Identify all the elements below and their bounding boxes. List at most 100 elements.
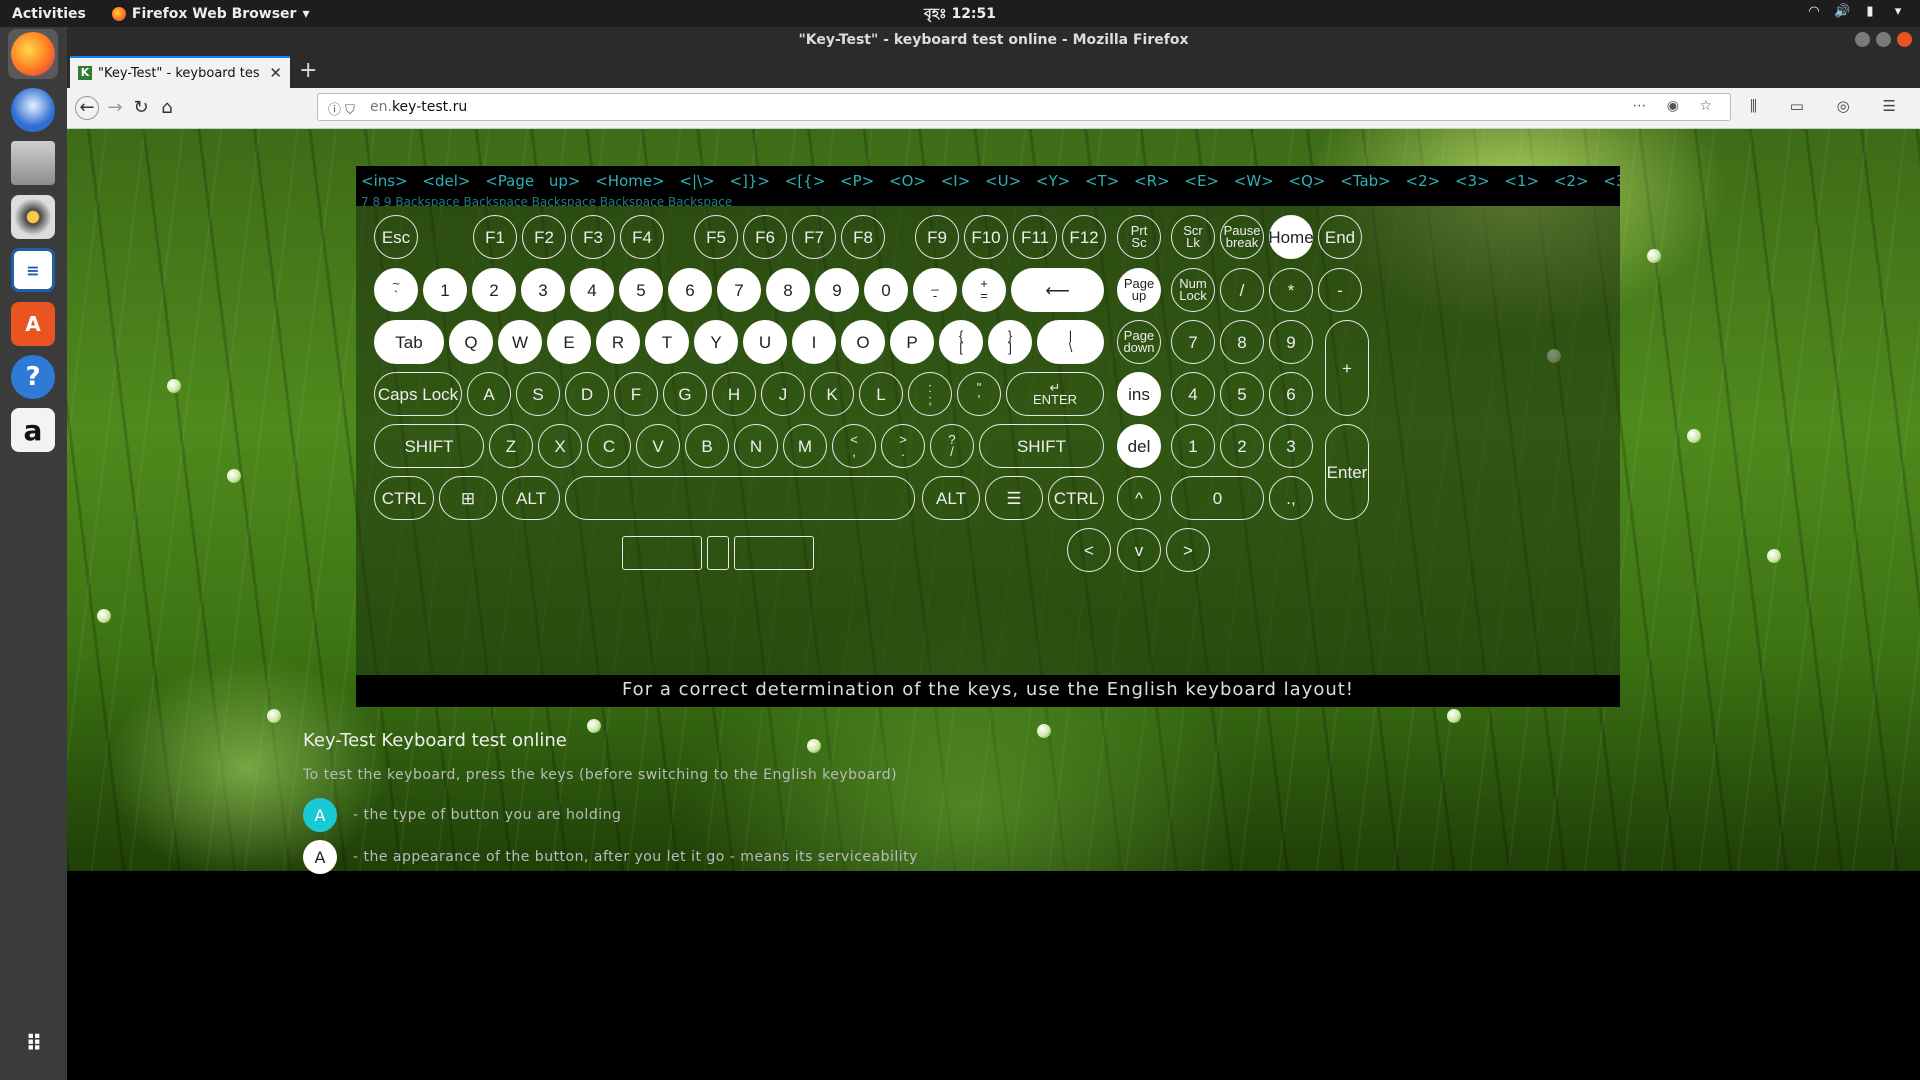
key-tab-37[interactable]: Tab bbox=[374, 320, 444, 364]
key-u-44[interactable]: U bbox=[743, 320, 787, 364]
key-symbol-97[interactable]: ^ bbox=[1117, 476, 1161, 520]
wifi-icon[interactable]: ◠ bbox=[1806, 4, 1822, 20]
key-symbol-30[interactable]: + = bbox=[962, 268, 1006, 312]
key-symbol-99[interactable]: ., bbox=[1269, 476, 1313, 520]
system-tray[interactable]: ◠ 🔊 ▮ ▾ bbox=[1806, 4, 1906, 20]
key-h-62[interactable]: H bbox=[712, 372, 756, 416]
back-button[interactable]: ← bbox=[75, 96, 99, 120]
key-d-59[interactable]: D bbox=[565, 372, 609, 416]
key-n-79[interactable]: N bbox=[734, 424, 778, 468]
battery-icon[interactable]: ▮ bbox=[1862, 4, 1878, 20]
key-del-85[interactable]: del bbox=[1117, 424, 1161, 468]
key-5-71[interactable]: 5 bbox=[1220, 372, 1264, 416]
key-f11-11[interactable]: F11 bbox=[1013, 215, 1057, 259]
key-f2-2[interactable]: F2 bbox=[522, 215, 566, 259]
key-symbol-34[interactable]: / bbox=[1220, 268, 1264, 312]
key-7-52[interactable]: 7 bbox=[1171, 320, 1215, 364]
key-symbol-67[interactable]: " ' bbox=[957, 372, 1001, 416]
key-f9-9[interactable]: F9 bbox=[915, 215, 959, 259]
key-blank-105[interactable] bbox=[734, 536, 814, 570]
app-menu[interactable]: Firefox Web Browser ▾ bbox=[111, 6, 309, 22]
key-ins-69[interactable]: ins bbox=[1117, 372, 1161, 416]
key-w-39[interactable]: W bbox=[498, 320, 542, 364]
key-i-45[interactable]: I bbox=[792, 320, 836, 364]
close-icon[interactable]: ✕ bbox=[269, 64, 282, 82]
close-button[interactable] bbox=[1897, 32, 1912, 47]
key-7-25[interactable]: 7 bbox=[717, 268, 761, 312]
forward-button[interactable]: → bbox=[103, 96, 127, 120]
key-2-20[interactable]: 2 bbox=[472, 268, 516, 312]
dock-thunderbird[interactable] bbox=[8, 85, 58, 135]
key-y-43[interactable]: Y bbox=[694, 320, 738, 364]
tab-key-test[interactable]: K "Key-Test" - keyboard tes ✕ bbox=[70, 56, 290, 88]
key-b-78[interactable]: B bbox=[685, 424, 729, 468]
key-o-46[interactable]: O bbox=[841, 320, 885, 364]
key-num-lock-33[interactable]: Num Lock bbox=[1171, 268, 1215, 312]
key-a-57[interactable]: A bbox=[467, 372, 511, 416]
key-4-70[interactable]: 4 bbox=[1171, 372, 1215, 416]
key-caps-lock-56[interactable]: Caps Lock bbox=[374, 372, 462, 416]
key-8-53[interactable]: 8 bbox=[1220, 320, 1264, 364]
url-bar[interactable]: ⓘ ⛉ en.key-test.ru ⋯ ◉ ☆ bbox=[317, 93, 1731, 121]
key-f1-1[interactable]: F1 bbox=[473, 215, 517, 259]
key-blank-93[interactable] bbox=[565, 476, 915, 520]
key-blank-104[interactable] bbox=[707, 536, 729, 570]
key-shift-73[interactable]: SHIFT bbox=[374, 424, 484, 468]
key-9-27[interactable]: 9 bbox=[815, 268, 859, 312]
url-text[interactable]: en.key-test.ru bbox=[370, 99, 467, 115]
key-6-24[interactable]: 6 bbox=[668, 268, 712, 312]
key-f8-8[interactable]: F8 bbox=[841, 215, 885, 259]
key-v-77[interactable]: V bbox=[636, 424, 680, 468]
dock-firefox[interactable] bbox=[8, 29, 58, 79]
key-symbol-35[interactable]: * bbox=[1269, 268, 1313, 312]
key-8-26[interactable]: 8 bbox=[766, 268, 810, 312]
dock-amazon[interactable]: a bbox=[8, 405, 58, 455]
key-page-up-32[interactable]: Page up bbox=[1117, 268, 1161, 312]
key-t-42[interactable]: T bbox=[645, 320, 689, 364]
key-pause-break-15[interactable]: Pause break bbox=[1220, 215, 1264, 259]
key-f-60[interactable]: F bbox=[614, 372, 658, 416]
reload-button[interactable]: ↻ bbox=[129, 96, 153, 120]
key-symbol-49[interactable]: }] bbox=[988, 320, 1032, 364]
key-f6-6[interactable]: F6 bbox=[743, 215, 787, 259]
key-x-75[interactable]: X bbox=[538, 424, 582, 468]
dock-files[interactable] bbox=[8, 138, 58, 188]
dock-software[interactable]: A bbox=[8, 299, 58, 349]
key-k-64[interactable]: K bbox=[810, 372, 854, 416]
key-g-61[interactable]: G bbox=[663, 372, 707, 416]
key-0-28[interactable]: 0 bbox=[864, 268, 908, 312]
new-tab-button[interactable]: + bbox=[299, 58, 317, 83]
key-m-80[interactable]: M bbox=[783, 424, 827, 468]
key-prt-sc-13[interactable]: Prt Sc bbox=[1117, 215, 1161, 259]
key-e-40[interactable]: E bbox=[547, 320, 591, 364]
key-symbol-66[interactable]: :; bbox=[908, 372, 952, 416]
home-button[interactable]: ⌂ bbox=[155, 96, 179, 120]
key-p-47[interactable]: P bbox=[890, 320, 934, 364]
key-enter-68[interactable]: ↵ ENTER bbox=[1006, 372, 1104, 416]
key-s-58[interactable]: S bbox=[516, 372, 560, 416]
maximize-button[interactable] bbox=[1876, 32, 1891, 47]
key-z-74[interactable]: Z bbox=[489, 424, 533, 468]
key-symbol-31[interactable]: ⟵ bbox=[1011, 268, 1104, 312]
key-v-101[interactable]: v bbox=[1117, 528, 1161, 572]
key-ctrl-90[interactable]: CTRL bbox=[374, 476, 434, 520]
key-symbol-102[interactable]: > bbox=[1166, 528, 1210, 572]
key-symbol-29[interactable]: _ - bbox=[913, 268, 957, 312]
key-3-88[interactable]: 3 bbox=[1269, 424, 1313, 468]
key-symbol-81[interactable]: <, bbox=[832, 424, 876, 468]
key-home-16[interactable]: Home bbox=[1268, 215, 1314, 259]
key-end-17[interactable]: End bbox=[1318, 215, 1362, 259]
key-symbol-82[interactable]: >. bbox=[881, 424, 925, 468]
key-j-63[interactable]: J bbox=[761, 372, 805, 416]
key-symbol-36[interactable]: - bbox=[1318, 268, 1362, 312]
key-3-21[interactable]: 3 bbox=[521, 268, 565, 312]
key-symbol-18[interactable]: ~ ` bbox=[374, 268, 418, 312]
key-c-76[interactable]: C bbox=[587, 424, 631, 468]
key-l-65[interactable]: L bbox=[859, 372, 903, 416]
key-scr-lk-14[interactable]: Scr Lk bbox=[1171, 215, 1215, 259]
key-2-87[interactable]: 2 bbox=[1220, 424, 1264, 468]
minimize-button[interactable] bbox=[1855, 32, 1870, 47]
toolbar-icons[interactable]: ⫼ ▭ ◎ ☰ bbox=[1750, 97, 1910, 115]
key-6-72[interactable]: 6 bbox=[1269, 372, 1313, 416]
chevron-down-icon[interactable]: ▾ bbox=[1890, 4, 1906, 20]
